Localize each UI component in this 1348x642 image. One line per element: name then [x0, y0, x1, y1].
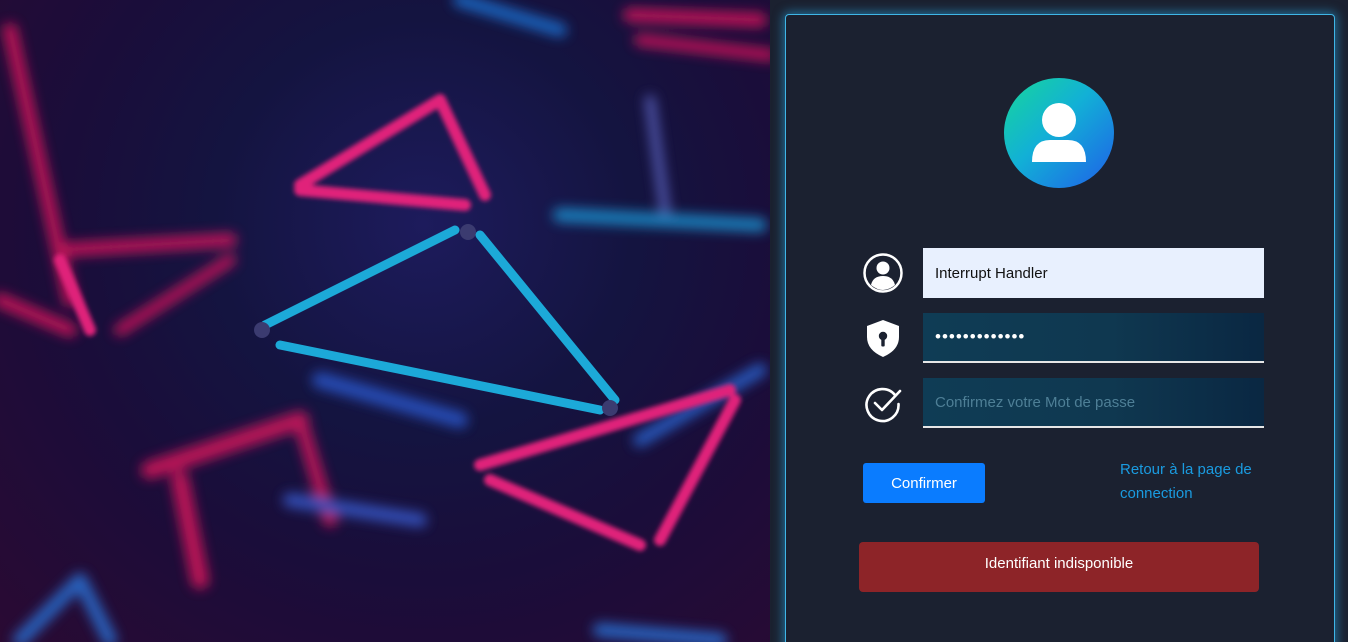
confirm-button[interactable]: Confirmer [863, 463, 985, 503]
shield-keyhole-icon [862, 317, 904, 359]
confirm-password-input[interactable] [923, 378, 1264, 428]
neon-network-graphic [0, 0, 770, 642]
check-circle-icon [862, 382, 904, 424]
user-circle-icon [862, 252, 904, 294]
confirm-password-row [862, 378, 1264, 428]
username-row [862, 248, 1264, 298]
username-input[interactable] [923, 248, 1264, 298]
back-to-login-link[interactable]: Retour à la page de connection [1120, 458, 1280, 506]
password-row [862, 313, 1264, 363]
error-alert: Identifiant indisponible [859, 542, 1259, 592]
signup-panel: Confirmer Retour à la page de connection… [785, 14, 1335, 642]
user-avatar-icon [1004, 78, 1114, 188]
password-input[interactable] [923, 313, 1264, 363]
background-network-image [0, 0, 770, 642]
